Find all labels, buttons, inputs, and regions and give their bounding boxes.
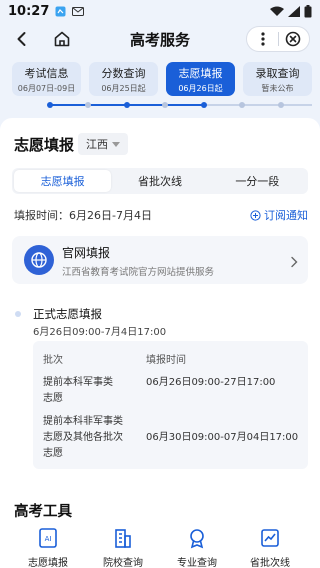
official-fill-entry[interactable]: 官网填报 江西省教育考试院官方网站提供服务 — [12, 236, 308, 284]
battery-icon — [304, 4, 312, 18]
app-notification-icon — [55, 6, 66, 17]
official-subtitle: 江西省教育考试院官方网站提供服务 — [62, 267, 215, 278]
timeline-dot — [201, 102, 207, 108]
close-icon — [285, 31, 301, 47]
mail-icon — [72, 6, 85, 16]
status-bar: 10:27 — [0, 0, 320, 22]
stage-tab-admission-query[interactable]: 录取查询 暂未公布 — [243, 62, 312, 96]
timeline-dot — [85, 102, 91, 108]
stage-date: 暂未公布 — [261, 83, 294, 93]
tool-school-query[interactable]: 院校查询 — [83, 526, 163, 568]
tool-major-query[interactable]: 专业查询 — [157, 526, 237, 568]
region-value: 江西 — [86, 138, 108, 151]
tools-grid: AI 志愿填报 院校查询 专业查询 省批次线 — [0, 526, 320, 568]
tool-volunteer-fill[interactable]: AI 志愿填报 — [8, 526, 88, 568]
subscribe-label: 订阅通知 — [264, 209, 308, 222]
timeline-remaining — [204, 104, 312, 106]
section-title: 志愿填报 — [14, 136, 75, 154]
stage-title: 考试信息 — [24, 66, 69, 80]
stage-date: 06月25日起 — [101, 83, 146, 93]
timeline-dot — [47, 102, 53, 108]
ai-icon: AI — [39, 528, 57, 548]
stage-date: 06月07日-09日 — [17, 83, 76, 93]
wifi-icon — [270, 6, 284, 17]
tab-volunteer-fill[interactable]: 志愿填报 — [14, 170, 112, 192]
subscribe-notification-button[interactable]: 订阅通知 — [250, 207, 308, 223]
tool-label: 院校查询 — [103, 558, 143, 568]
stage-timeline — [12, 101, 312, 109]
mini-program-capsule — [246, 26, 310, 52]
svg-text:AI: AI — [45, 535, 52, 543]
table-cell-batch: 志愿 — [43, 448, 63, 459]
region-select[interactable]: 江西 — [78, 133, 128, 155]
timeline-dot — [278, 102, 284, 108]
tools-title: 高考工具 — [14, 504, 72, 520]
formal-fill-time: 6月26日09:00-7月4日17:00 — [33, 327, 167, 338]
tool-label: 志愿填报 — [28, 558, 68, 568]
status-time: 10:27 — [8, 3, 50, 19]
table-cell-batch: 志愿 — [43, 393, 63, 404]
tool-province-batch-line[interactable]: 省批次线 — [230, 526, 310, 568]
batch-table: 批次 填报时间 提前本科军事类 志愿 06月26日09:00-27日17:00 … — [33, 341, 308, 469]
formal-fill-title: 正式志愿填报 — [33, 307, 102, 321]
caret-down-icon — [112, 141, 120, 147]
stage-tabs: 考试信息 06月07日-09日 分数查询 06月25日起 志愿填报 06月26日… — [12, 62, 312, 96]
stage-title: 志愿填报 — [178, 66, 223, 80]
stage-title: 分数查询 — [101, 66, 146, 80]
table-cell-batch: 志愿及其他各批次 — [43, 432, 123, 443]
table-header-batch: 批次 — [43, 355, 63, 366]
table-cell-time: 06月30日09:00-07月04日17:00 — [146, 432, 299, 443]
stage-date: 06月26日起 — [178, 83, 223, 93]
timeline-dot — [162, 102, 168, 108]
more-icon — [261, 32, 265, 46]
tab-score-segment[interactable]: 一分一段 — [209, 170, 306, 192]
timeline-dot — [124, 102, 130, 108]
close-button[interactable] — [283, 29, 303, 49]
table-cell-batch: 提前本科非军事类 — [43, 416, 123, 427]
stage-tab-volunteer[interactable]: 志愿填报 06月26日起 — [166, 62, 235, 96]
stage-tab-exam-info[interactable]: 考试信息 06月07日-09日 — [12, 62, 81, 96]
tool-label: 专业查询 — [177, 558, 217, 568]
tab-province-batch-line[interactable]: 省批次线 — [111, 170, 208, 192]
table-cell-time: 06月26日09:00-27日17:00 — [146, 377, 276, 388]
table-cell-batch: 提前本科军事类 — [43, 377, 113, 388]
more-button[interactable] — [253, 29, 273, 49]
chevron-right-icon — [290, 253, 298, 272]
header: 高考服务 — [0, 22, 320, 56]
timeline-bullet — [15, 311, 21, 317]
medal-icon — [190, 529, 204, 549]
fill-time: 填报时间：6月26日-7月4日 — [14, 209, 152, 222]
building-icon — [115, 529, 131, 548]
volunteer-tabs: 志愿填报 省批次线 一分一段 — [12, 168, 308, 194]
table-header-time: 填报时间 — [146, 355, 186, 366]
timeline-dot — [239, 102, 245, 108]
stage-tab-score-query[interactable]: 分数查询 06月25日起 — [89, 62, 158, 96]
stage-title: 录取查询 — [255, 66, 300, 80]
globe-icon — [24, 245, 54, 275]
tool-label: 省批次线 — [250, 558, 290, 568]
volunteer-card: 志愿填报 江西 志愿填报 省批次线 一分一段 填报时间：6月26日-7月4日 订… — [0, 118, 320, 568]
add-circle-icon — [250, 209, 261, 221]
chart-line-icon — [261, 529, 279, 547]
signal-icon — [288, 5, 300, 17]
capsule-divider — [277, 32, 279, 46]
official-title: 官网填报 — [62, 246, 111, 260]
